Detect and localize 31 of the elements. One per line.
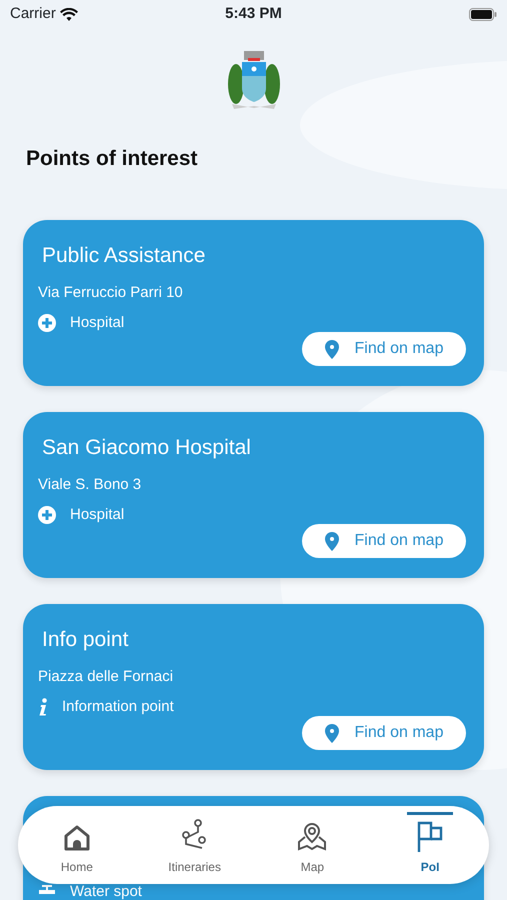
map-pin-icon [324, 724, 339, 743]
map-pin-icon [297, 822, 328, 852]
tab-item[interactable]: PoI [371, 806, 489, 884]
map-pin-icon [324, 532, 339, 551]
plus-circle-icon [38, 314, 56, 332]
poi-address: Via Ferruccio Parri 10 [38, 283, 184, 302]
info-icon [38, 698, 48, 716]
tab-item[interactable]: Map [254, 806, 372, 884]
wifi-icon [60, 8, 78, 20]
find-on-map-button[interactable]: Find on map [302, 716, 466, 750]
find-on-map-button[interactable]: Find on map [302, 332, 466, 366]
coat-of-arms-logo [226, 50, 282, 112]
poi-address: Viale S. Bono 3 [38, 475, 142, 494]
poi-address: Piazza delle Fornaci [38, 667, 174, 686]
poi-name: San Giacomo Hospital [42, 435, 252, 462]
category-label: Information point [62, 700, 174, 714]
category-label: Water spot [70, 885, 142, 900]
find-on-map-button[interactable]: Find on map [302, 524, 466, 558]
home-icon [62, 824, 91, 852]
carrier-label: Carrier [10, 4, 56, 24]
category-label: Hospital [70, 508, 124, 522]
page-title: Points of interest [26, 146, 199, 172]
status-time: 5:43 PM [225, 4, 282, 24]
map-pin-icon [324, 340, 339, 359]
poi-name: Public Assistance [42, 243, 206, 270]
tab-item[interactable]: Itineraries [136, 806, 254, 884]
plus-circle-icon [38, 506, 56, 524]
battery-icon [469, 8, 497, 20]
poi-name: Info point [42, 627, 130, 654]
tab-item[interactable]: Home [18, 806, 136, 884]
category-label: Hospital [70, 316, 124, 330]
